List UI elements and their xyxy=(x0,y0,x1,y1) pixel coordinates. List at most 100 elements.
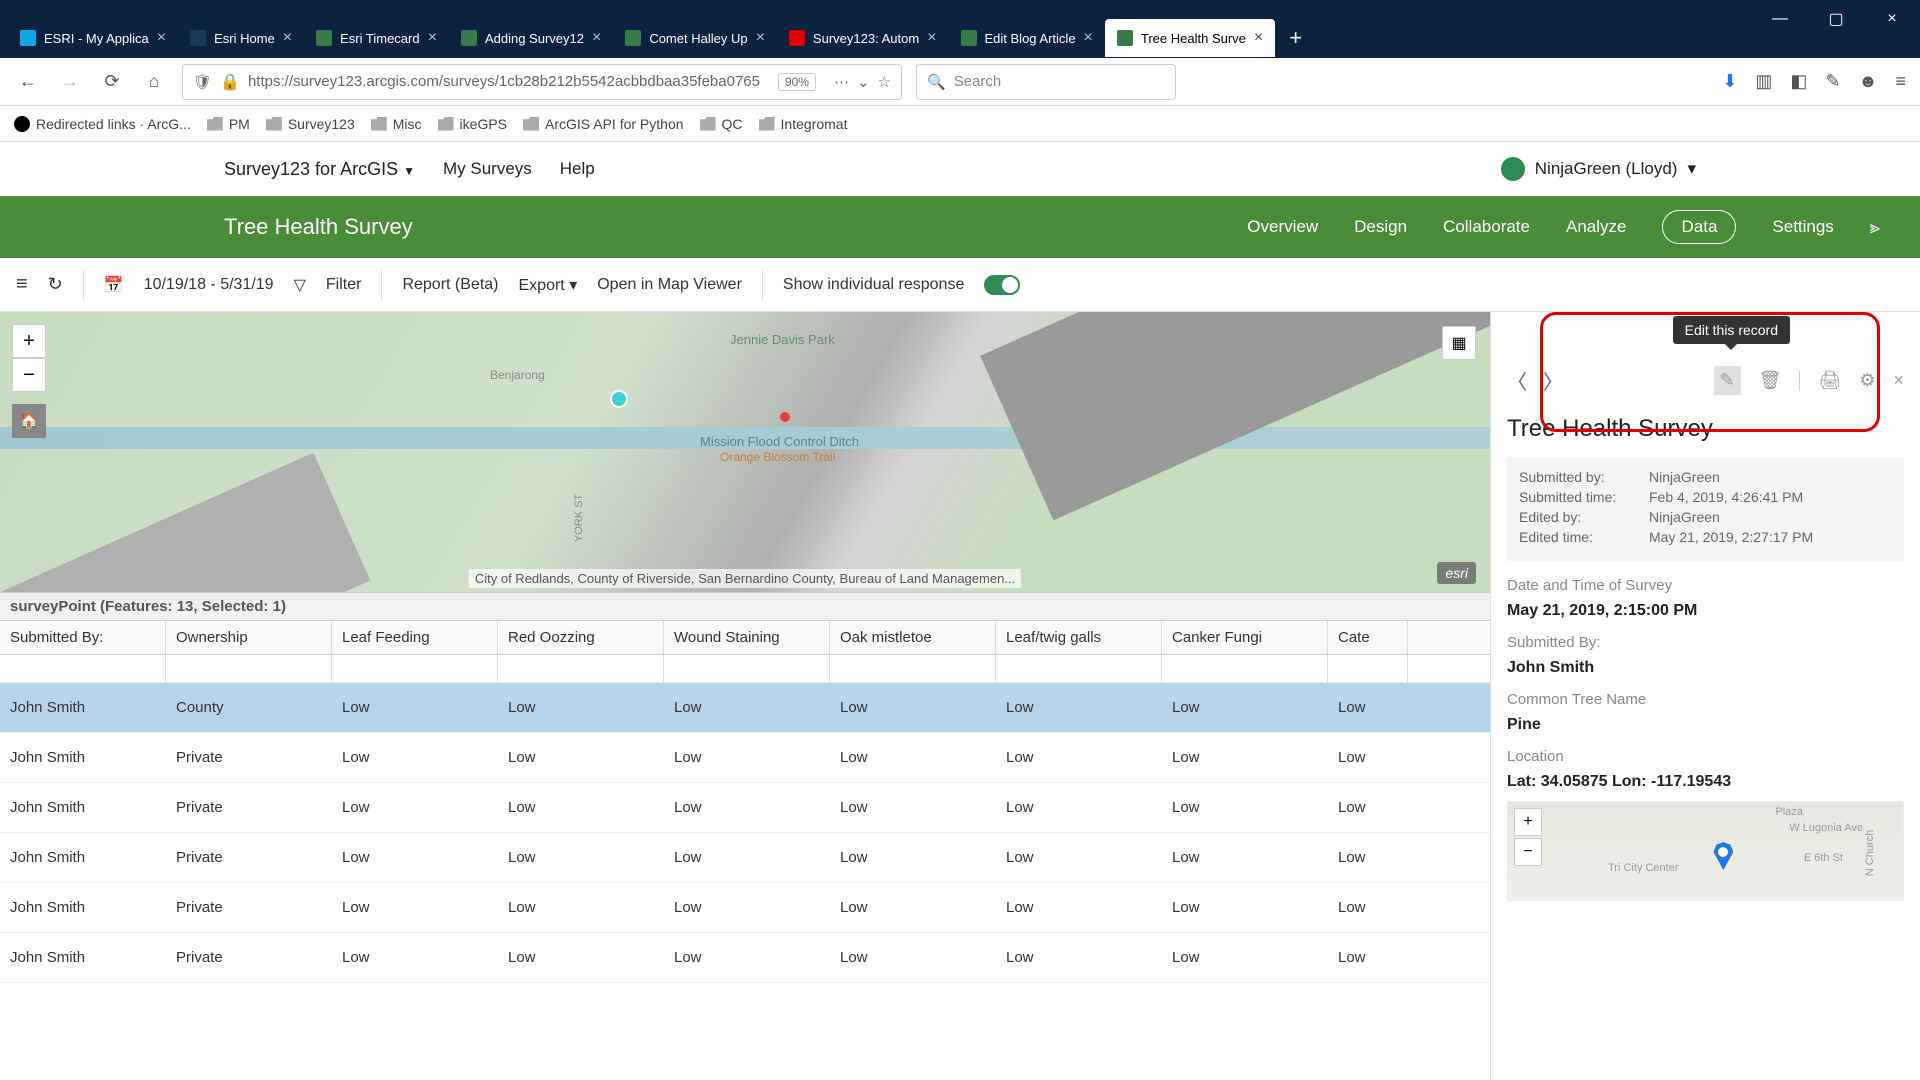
close-icon[interactable]: × xyxy=(1254,29,1263,47)
date-range[interactable]: 10/19/18 - 5/31/19 xyxy=(144,276,274,294)
close-icon[interactable]: × xyxy=(927,29,936,47)
bookmark-4[interactable]: ikeGPS xyxy=(438,116,507,132)
tab-1[interactable]: Esri Home× xyxy=(178,19,304,57)
nav-data[interactable]: Data xyxy=(1662,210,1736,244)
new-tab-button[interactable]: + xyxy=(1275,25,1316,51)
shield-icon: 🛡 xyxy=(193,73,212,91)
col-2[interactable]: Leaf Feeding xyxy=(332,621,498,654)
download-icon[interactable]: ⬇ xyxy=(1722,71,1737,92)
account-icon[interactable]: ☻ xyxy=(1859,71,1878,92)
nav-settings[interactable]: Settings xyxy=(1772,217,1833,237)
open-map-viewer-button[interactable]: Open in Map Viewer xyxy=(597,276,742,294)
chevron-down-icon[interactable]: ▼ xyxy=(403,164,415,178)
user-menu[interactable]: NinjaGreen (Lloyd) ▾ xyxy=(1501,157,1696,181)
back-button[interactable]: ← xyxy=(14,68,42,96)
mini-map[interactable]: + − Plaza W Lugonia Ave Tri City Center … xyxy=(1507,801,1904,901)
home-button[interactable]: ⌂ xyxy=(140,68,168,96)
more-icon[interactable]: ⋯ xyxy=(834,73,849,91)
map-point-selected[interactable] xyxy=(610,390,628,408)
zoom-badge[interactable]: 90% xyxy=(778,73,816,91)
nav-my-surveys[interactable]: My Surveys xyxy=(443,159,532,179)
map[interactable]: + − 🏠 ▦ Jennie Davis Park Mission Flood … xyxy=(0,312,1490,592)
close-icon[interactable]: × xyxy=(1084,29,1093,47)
minimize-button[interactable]: — xyxy=(1752,0,1808,38)
table-row[interactable]: John SmithPrivateLowLowLowLowLowLowLow xyxy=(0,733,1490,783)
col-5[interactable]: Oak mistletoe xyxy=(830,621,996,654)
share-icon[interactable]: ⪢ xyxy=(1870,217,1880,238)
col-6[interactable]: Leaf/twig galls xyxy=(996,621,1162,654)
table-row[interactable]: John SmithPrivateLowLowLowLowLowLowLow xyxy=(0,933,1490,983)
library-icon[interactable]: ▥ xyxy=(1755,71,1772,92)
prev-record-button[interactable]: 〈 xyxy=(1507,366,1527,395)
reload-button[interactable]: ⟳ xyxy=(98,68,126,96)
search-input[interactable]: 🔍 Search xyxy=(916,64,1176,100)
delete-record-button[interactable]: 🗑 xyxy=(1759,370,1782,391)
mini-zoom-out[interactable]: − xyxy=(1514,838,1542,866)
map-point[interactable] xyxy=(780,412,790,422)
gear-icon[interactable]: ⚙ xyxy=(1859,370,1875,391)
tab-4[interactable]: Comet Halley Up× xyxy=(613,19,777,57)
forward-button[interactable]: → xyxy=(56,68,84,96)
filter-row[interactable] xyxy=(0,655,1490,683)
print-button[interactable]: 🖨 xyxy=(1818,370,1841,391)
refresh-icon[interactable]: ↻ xyxy=(48,274,63,295)
close-panel-button[interactable]: × xyxy=(1893,370,1904,391)
tab-6[interactable]: Edit Blog Article× xyxy=(949,19,1105,57)
close-icon[interactable]: × xyxy=(283,29,292,47)
cell: Low xyxy=(332,833,498,882)
nav-help[interactable]: Help xyxy=(560,159,595,179)
menu-icon[interactable]: ≡ xyxy=(1895,71,1906,92)
zoom-home-button[interactable]: 🏠 xyxy=(12,404,46,438)
tab-7[interactable]: Tree Health Surve× xyxy=(1105,19,1275,57)
table-row[interactable]: John SmithPrivateLowLowLowLowLowLowLow xyxy=(0,833,1490,883)
edit-record-button[interactable]: ✎ xyxy=(1714,366,1741,395)
bookmark-star-icon[interactable]: ☆ xyxy=(878,73,891,91)
individual-toggle[interactable] xyxy=(984,275,1020,295)
bookmark-0[interactable]: Redirected links · ArcG... xyxy=(14,116,191,132)
bookmark-2[interactable]: Survey123 xyxy=(266,116,355,132)
nav-analyze[interactable]: Analyze xyxy=(1566,217,1626,237)
mini-zoom-in[interactable]: + xyxy=(1514,808,1542,836)
tab-5[interactable]: Survey123: Autom× xyxy=(777,19,949,57)
col-8[interactable]: Cate xyxy=(1328,621,1408,654)
filter-button[interactable]: Filter xyxy=(326,276,362,294)
cell: Low xyxy=(664,833,830,882)
hamburger-icon[interactable]: ≡ xyxy=(16,273,28,296)
url-input[interactable]: 🛡 🔒 https://survey123.arcgis.com/surveys… xyxy=(182,64,902,100)
nav-overview[interactable]: Overview xyxy=(1247,217,1318,237)
bookmark-5[interactable]: ArcGIS API for Python xyxy=(523,116,684,132)
nav-design[interactable]: Design xyxy=(1354,217,1407,237)
report-button[interactable]: Report (Beta) xyxy=(402,276,498,294)
close-window-button[interactable]: × xyxy=(1864,0,1920,38)
bookmark-1[interactable]: PM xyxy=(207,116,250,132)
nav-collaborate[interactable]: Collaborate xyxy=(1443,217,1530,237)
col-7[interactable]: Canker Fungi xyxy=(1162,621,1328,654)
close-icon[interactable]: × xyxy=(428,29,437,47)
export-button[interactable]: Export ▾ xyxy=(519,275,578,295)
sidebar-icon[interactable]: ◧ xyxy=(1790,71,1807,92)
next-record-button[interactable]: 〉 xyxy=(1543,366,1563,395)
eyedropper-icon[interactable]: ✎ xyxy=(1825,71,1840,92)
bookmark-6[interactable]: QC xyxy=(700,116,743,132)
bookmark-3[interactable]: Misc xyxy=(371,116,422,132)
table-row[interactable]: John SmithPrivateLowLowLowLowLowLowLow xyxy=(0,883,1490,933)
col-0[interactable]: Submitted By: xyxy=(0,621,166,654)
col-1[interactable]: Ownership xyxy=(166,621,332,654)
bookmark-7[interactable]: Integromat xyxy=(759,116,848,132)
zoom-in-button[interactable]: + xyxy=(12,324,46,358)
tab-0[interactable]: ESRI - My Applica× xyxy=(8,19,178,57)
zoom-out-button[interactable]: − xyxy=(12,358,46,392)
close-icon[interactable]: × xyxy=(157,29,166,47)
table-row[interactable]: John SmithCountyLowLowLowLowLowLowLow xyxy=(0,683,1490,733)
tab-3[interactable]: Adding Survey12× xyxy=(449,19,613,57)
col-4[interactable]: Wound Staining xyxy=(664,621,830,654)
close-icon[interactable]: × xyxy=(756,29,765,47)
brand[interactable]: Survey123 for ArcGIS ▼ xyxy=(224,159,415,180)
tab-2[interactable]: Esri Timecard× xyxy=(304,19,449,57)
maximize-button[interactable]: ▢ xyxy=(1808,0,1864,38)
basemap-button[interactable]: ▦ xyxy=(1442,326,1476,360)
col-3[interactable]: Red Oozzing xyxy=(498,621,664,654)
close-icon[interactable]: × xyxy=(592,29,601,47)
pocket-icon[interactable]: ⌄ xyxy=(857,73,870,91)
table-row[interactable]: John SmithPrivateLowLowLowLowLowLowLow xyxy=(0,783,1490,833)
